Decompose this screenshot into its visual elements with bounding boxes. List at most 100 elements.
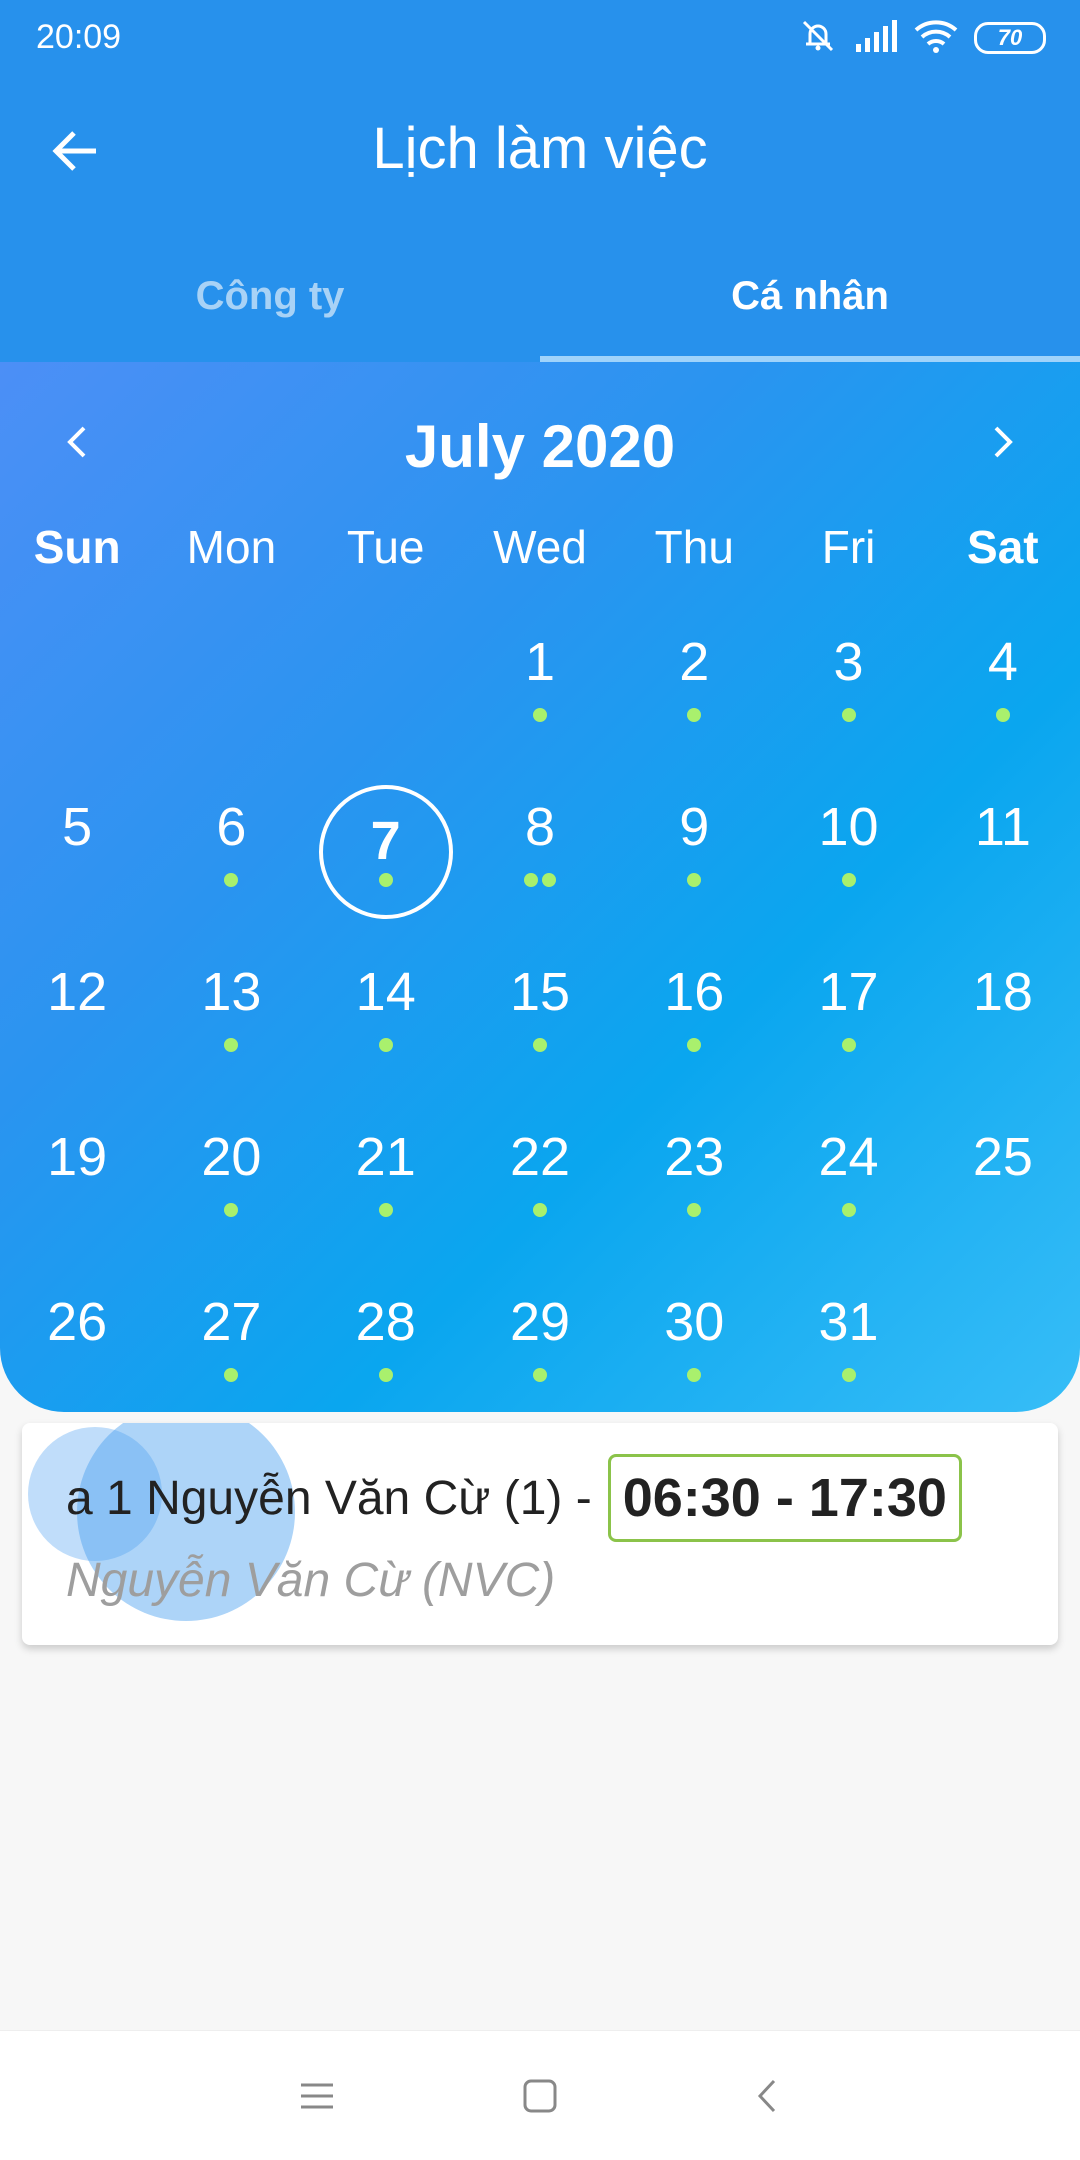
day-cell-10[interactable]: 10 [771, 767, 925, 932]
menu-button[interactable] [287, 2066, 347, 2126]
weekday-thu: Thu [654, 521, 734, 573]
schedule-card[interactable]: a 1 Nguyễn Văn Cừ (1) - 06:30 - 17:30 Ng… [22, 1423, 1058, 1645]
event-dot [687, 873, 702, 887]
day-cell-2[interactable]: 2 [617, 602, 771, 767]
day-cell-18[interactable]: 18 [926, 932, 1080, 1097]
weekday-tue: Tue [346, 521, 425, 573]
event-dot [224, 873, 239, 887]
event-dots [617, 708, 771, 722]
day-cell-13[interactable]: 13 [154, 932, 308, 1097]
day-cell-26[interactable]: 26 [0, 1262, 154, 1427]
event-dot [541, 873, 556, 887]
schedule-header: a 1 Nguyễn Văn Cừ (1) - 06:30 - 17:30 [66, 1453, 1036, 1543]
page-title: Lịch làm việc [372, 116, 708, 181]
calendar: July 2020 Sun Mon Tue Wed Thu Fri Sat 12345678… [0, 362, 1080, 1412]
home-button[interactable] [510, 2066, 570, 2126]
event-dot [523, 873, 538, 887]
day-cell-8[interactable]: 8 [463, 767, 617, 932]
day-number: 2 [679, 632, 710, 692]
event-dot [841, 1038, 856, 1052]
day-number: 31 [818, 1292, 879, 1352]
day-number: 16 [664, 962, 725, 1022]
day-number: 26 [47, 1292, 108, 1352]
event-dots [309, 873, 463, 887]
day-cell-9[interactable]: 9 [617, 767, 771, 932]
day-cell-25[interactable]: 25 [926, 1097, 1080, 1262]
back-chevron-icon [757, 2079, 776, 2113]
event-dots [154, 1368, 308, 1382]
battery-icon: 70 [974, 22, 1046, 54]
event-dot [687, 1203, 702, 1217]
day-cell-31[interactable]: 31 [771, 1262, 925, 1427]
event-dot [532, 1203, 547, 1217]
day-number: 18 [972, 962, 1033, 1022]
next-month-button[interactable] [972, 412, 1032, 472]
day-cell-27[interactable]: 27 [154, 1262, 308, 1427]
day-cell-1[interactable]: 1 [463, 602, 617, 767]
event-dots [154, 1203, 308, 1217]
event-dots [771, 873, 925, 887]
wifi-icon [914, 18, 958, 59]
screen: 20:09 70 Lịch làm việc Công ty Cá nhân J… [0, 0, 1080, 2160]
shift-location: Nguyễn Văn Cừ (NVC) [66, 1554, 556, 1607]
day-number: 17 [818, 962, 879, 1022]
day-cell-24[interactable]: 24 [771, 1097, 925, 1262]
weekday-wed: Wed [493, 521, 587, 573]
event-dots [154, 1038, 308, 1052]
day-cell-6[interactable]: 6 [154, 767, 308, 932]
event-dot [378, 1203, 393, 1217]
day-cell-7[interactable]: 7 [309, 767, 463, 932]
event-dot [995, 708, 1010, 722]
app-header: 20:09 70 Lịch làm việc Công ty Cá nhân [0, 0, 1080, 362]
day-number: 23 [664, 1127, 725, 1187]
day-number: 1 [524, 632, 556, 692]
tab-personal[interactable]: Cá nhân [540, 230, 1080, 362]
day-cell-22[interactable]: 22 [463, 1097, 617, 1262]
tab-bar: Công ty Cá nhân [0, 230, 1080, 362]
day-number: 3 [833, 632, 864, 692]
toolbar: Lịch làm việc [0, 75, 1080, 230]
day-cell-11[interactable]: 11 [926, 767, 1080, 932]
day-number: 6 [216, 797, 247, 857]
weekday-sat: Sat [967, 521, 1039, 573]
day-number: 10 [818, 797, 879, 857]
day-cell-21[interactable]: 21 [309, 1097, 463, 1262]
day-cell-30[interactable]: 30 [617, 1262, 771, 1427]
day-cell-14[interactable]: 14 [309, 932, 463, 1097]
shift-title: a 1 Nguyễn Văn Cừ (1) - [66, 1471, 592, 1525]
day-cell-15[interactable]: 15 [463, 932, 617, 1097]
day-cell-12[interactable]: 12 [0, 932, 154, 1097]
event-dots [926, 708, 1080, 722]
day-cell-19[interactable]: 19 [0, 1097, 154, 1262]
month-nav: July 2020 [0, 392, 1080, 492]
day-cell-16[interactable]: 16 [617, 932, 771, 1097]
day-cell-29[interactable]: 29 [463, 1262, 617, 1427]
day-grid: 1 2 3 4 5 6 7 8 9 10 11 12 13 14 15 16 17 18 19 20 21 22 23 24 2… [0, 602, 1080, 1427]
day-cell-4[interactable]: 4 [926, 602, 1080, 767]
event-dots [617, 1368, 771, 1382]
day-number: 24 [818, 1127, 879, 1187]
event-dots [463, 1368, 617, 1382]
event-dot [687, 1368, 702, 1382]
system-nav-bar [0, 2030, 1080, 2160]
day-number: 19 [47, 1127, 108, 1187]
day-cell-3[interactable]: 3 [771, 602, 925, 767]
event-dots [463, 1038, 617, 1052]
day-cell-empty [309, 602, 463, 767]
event-dot [378, 873, 393, 887]
event-dot [224, 1038, 239, 1052]
weekday-sun: Sun [33, 521, 121, 573]
tab-company[interactable]: Công ty [0, 230, 540, 362]
day-cell-28[interactable]: 28 [309, 1262, 463, 1427]
system-back-button[interactable] [737, 2066, 797, 2126]
event-dots [771, 1203, 925, 1217]
day-cell-20[interactable]: 20 [154, 1097, 308, 1262]
event-dots [463, 873, 617, 887]
event-dot [532, 1368, 547, 1382]
day-cell-17[interactable]: 17 [771, 932, 925, 1097]
event-dots [617, 1038, 771, 1052]
day-cell-5[interactable]: 5 [0, 767, 154, 932]
day-number: 9 [679, 797, 710, 857]
day-cell-23[interactable]: 23 [617, 1097, 771, 1262]
event-dots [617, 873, 771, 887]
